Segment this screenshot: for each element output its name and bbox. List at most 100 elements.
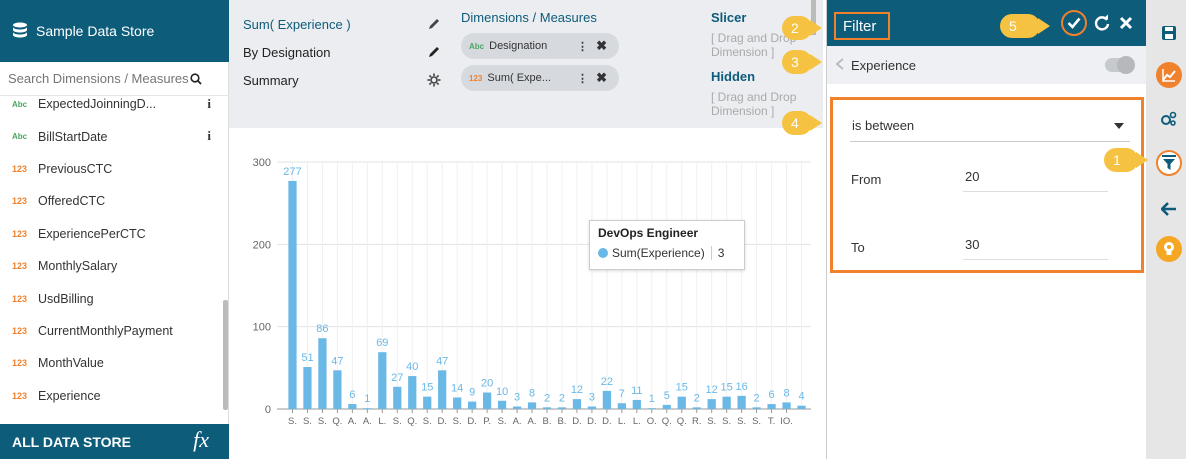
y-tick-label: 300 (253, 157, 271, 169)
field-name: MonthlySalary (38, 259, 118, 274)
fx-icon[interactable]: fx (193, 427, 209, 453)
chart-icon (1162, 69, 1176, 82)
list-item[interactable]: 123 ExperiencePerCTC (0, 218, 223, 250)
chart-bar (707, 399, 716, 409)
chart-bar (587, 406, 597, 409)
list-item[interactable]: Abc BillStartDate i (0, 120, 223, 152)
step-badge-2: 2 (782, 16, 822, 40)
datastore-header[interactable]: Sample Data Store (0, 0, 229, 62)
tooltip-series: Sum(Experience) (612, 246, 705, 260)
list-item[interactable]: 123 UsdBilling (0, 282, 223, 314)
search-icon[interactable] (190, 72, 202, 85)
chart-bar (737, 395, 746, 409)
x-tick-label: A. (363, 416, 372, 427)
save-icon (1162, 26, 1176, 40)
chart-bar (438, 370, 447, 409)
data-label: 20 (481, 378, 493, 390)
to-input[interactable] (963, 230, 1108, 260)
list-item[interactable]: 123 MonthlySalary (0, 250, 223, 282)
dimension-pill-designation[interactable]: Abc Designation ⋮ ✖ (461, 33, 619, 59)
x-tick-label: O. (647, 416, 657, 427)
all-data-store-bar[interactable]: ALL DATA STORE fx (0, 424, 229, 459)
text-type-icon: Abc (12, 99, 28, 109)
save-button[interactable] (1156, 20, 1182, 46)
x-tick-label: S. (423, 416, 432, 427)
summary-label: Summary (243, 72, 299, 88)
list-item[interactable]: 123 MonthValue (0, 347, 223, 379)
to-label: To (851, 240, 865, 255)
remove-icon[interactable]: ✖ (596, 38, 607, 54)
chart-bar (423, 396, 432, 409)
dimension-title[interactable]: By Designation (243, 38, 453, 66)
refresh-icon[interactable] (1093, 14, 1111, 32)
condition-select[interactable]: is between (850, 110, 1130, 142)
chart-bar (333, 370, 342, 409)
text-type-icon: Abc (12, 132, 28, 142)
data-label: 3 (514, 392, 520, 404)
number-type-icon: 123 (12, 293, 28, 304)
list-item[interactable]: 123 CurrentMonthlyPayment (0, 315, 223, 347)
data-label: 9 (469, 387, 475, 399)
measure-pill-experience[interactable]: 123 Sum( Expe... ⋮ ✖ (461, 65, 619, 91)
chevron-left-icon[interactable] (835, 58, 845, 70)
chart-tooltip: DevOps Engineer Sum(Experience) 3 (589, 220, 745, 270)
back-button[interactable] (1156, 196, 1182, 222)
bar-chart-canvas: 0100200300277S.51S.86S.47Q.6A.1A.69L.27S… (253, 157, 811, 427)
step-badge-3: 3 (782, 50, 822, 74)
settings-icon (1161, 111, 1177, 126)
back-arrow-icon (1161, 202, 1176, 216)
remove-icon[interactable]: ✖ (596, 70, 607, 86)
measure-label: Sum( Experience ) (243, 16, 351, 32)
dimension-label: By Designation (243, 44, 331, 60)
text-type-icon: Abc (469, 41, 485, 51)
field-name: Experience (38, 388, 101, 403)
data-label: 12 (706, 384, 718, 396)
data-label: 2 (694, 392, 700, 404)
data-label: 3 (589, 392, 595, 404)
chart-bar (782, 402, 791, 409)
x-tick-label: Q. (662, 416, 672, 427)
x-tick-label: S. (288, 416, 297, 427)
from-input[interactable] (963, 162, 1108, 192)
x-tick-label: S. (303, 416, 312, 427)
chart-bar (617, 403, 626, 409)
bar-chart: 0 100 200 300 277 S. 51 S. 86 S. 47 Q. 6 A. 1 A. 69 L. 27 S… (229, 128, 823, 459)
data-label: 5 (664, 390, 670, 402)
close-icon[interactable] (1117, 14, 1135, 32)
data-label: 7 (619, 388, 625, 400)
info-icon[interactable]: i (207, 128, 211, 144)
settings-button[interactable] (1156, 106, 1182, 132)
gear-icon[interactable] (427, 73, 441, 87)
data-label: 1 (364, 393, 370, 405)
list-item[interactable]: Abc ExpectedJoinningD... i (0, 88, 223, 120)
data-label: 15 (421, 382, 433, 394)
insights-button[interactable] (1156, 236, 1182, 262)
data-label: 15 (676, 382, 688, 394)
search-input[interactable] (8, 71, 188, 86)
tooltip-row: Sum(Experience) 3 (598, 246, 736, 260)
x-tick-label: S. (393, 416, 402, 427)
data-label: 1 (649, 393, 655, 405)
data-label: 69 (376, 337, 388, 349)
kebab-menu-icon[interactable]: ⋮ (577, 40, 588, 53)
list-item[interactable]: 123 Experience (0, 380, 223, 410)
number-type-icon: 123 (12, 325, 28, 336)
pencil-icon[interactable] (427, 45, 441, 59)
filter-button[interactable] (1156, 150, 1182, 176)
data-label: 47 (436, 355, 448, 367)
summary-row[interactable]: Summary (243, 66, 453, 94)
data-label: 11 (631, 385, 642, 397)
apply-button[interactable] (1061, 10, 1087, 36)
filter-toggle[interactable] (1105, 56, 1135, 74)
number-type-icon: 123 (12, 261, 28, 272)
from-label: From (851, 172, 882, 187)
info-icon[interactable]: i (207, 96, 211, 112)
measure-title[interactable]: Sum( Experience ) (243, 10, 453, 38)
pencil-icon[interactable] (427, 17, 441, 31)
filter-field-row[interactable]: Experience (827, 46, 1147, 84)
list-item[interactable]: 123 PreviousCTC (0, 153, 223, 185)
list-item[interactable]: 123 OfferedCTC (0, 185, 223, 217)
chart-type-button[interactable] (1156, 62, 1182, 88)
kebab-menu-icon[interactable]: ⋮ (577, 72, 588, 85)
field-list-scrollbar[interactable] (223, 300, 228, 410)
